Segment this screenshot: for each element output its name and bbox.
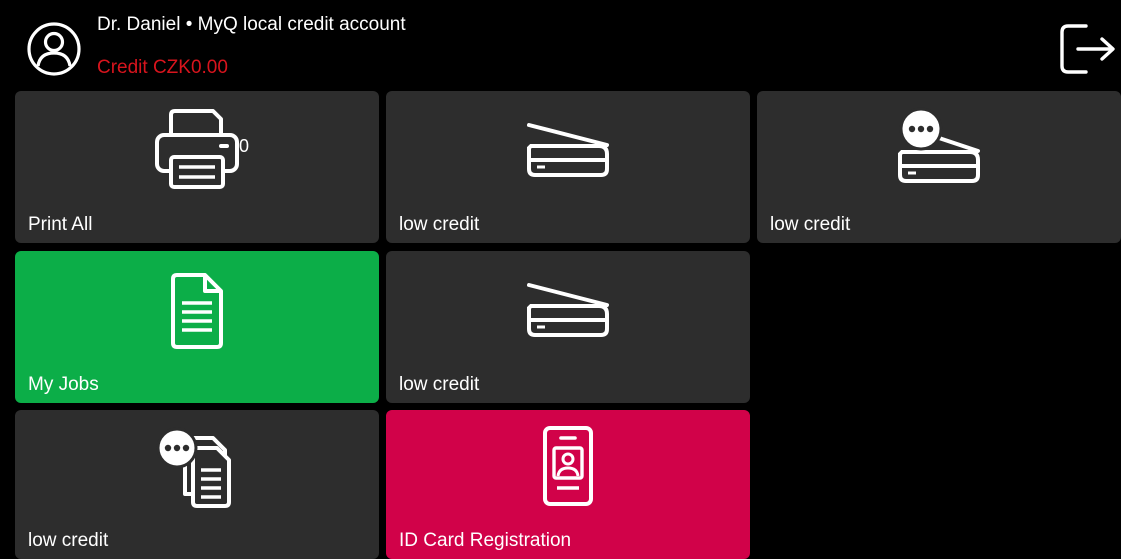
printer-icon bbox=[155, 109, 239, 189]
credit-balance: Credit CZK0.00 bbox=[97, 57, 228, 78]
scanner-icon bbox=[527, 283, 609, 337]
tile-label: ID Card Registration bbox=[399, 530, 572, 551]
id-card-icon bbox=[543, 426, 593, 506]
tile-label: low credit bbox=[399, 374, 480, 395]
tile-label: My Jobs bbox=[28, 374, 99, 395]
tile-my-jobs[interactable]: My Jobs bbox=[15, 251, 379, 403]
tile-id-card-registration[interactable]: ID Card Registration bbox=[386, 410, 750, 559]
tile-scan-low-credit-2[interactable]: low credit bbox=[386, 251, 750, 403]
tile-scan-low-credit[interactable]: low credit bbox=[386, 91, 750, 243]
header-bar: Dr. Daniel • MyQ local credit account Cr… bbox=[0, 0, 1121, 86]
user-circle-icon[interactable] bbox=[24, 21, 84, 77]
logout-icon[interactable] bbox=[1058, 20, 1118, 78]
terminal-screen: Dr. Daniel • MyQ local credit account Cr… bbox=[0, 0, 1121, 559]
document-icon bbox=[171, 273, 223, 349]
tile-label: low credit bbox=[399, 214, 480, 235]
tile-print-all[interactable]: 0 Print All bbox=[15, 91, 379, 243]
scanner-options-icon bbox=[898, 107, 980, 183]
tile-label: low credit bbox=[770, 214, 851, 235]
user-account-name: Dr. Daniel • MyQ local credit account bbox=[97, 14, 406, 35]
copy-options-icon bbox=[156, 427, 231, 508]
tile-label: low credit bbox=[28, 530, 109, 551]
tile-label: Print All bbox=[28, 214, 93, 235]
tile-scan-options-low-credit[interactable]: low credit bbox=[757, 91, 1121, 243]
tile-copy-options-low-credit[interactable]: low credit bbox=[15, 410, 379, 559]
print-job-count: 0 bbox=[239, 136, 250, 156]
scanner-icon bbox=[527, 123, 609, 177]
